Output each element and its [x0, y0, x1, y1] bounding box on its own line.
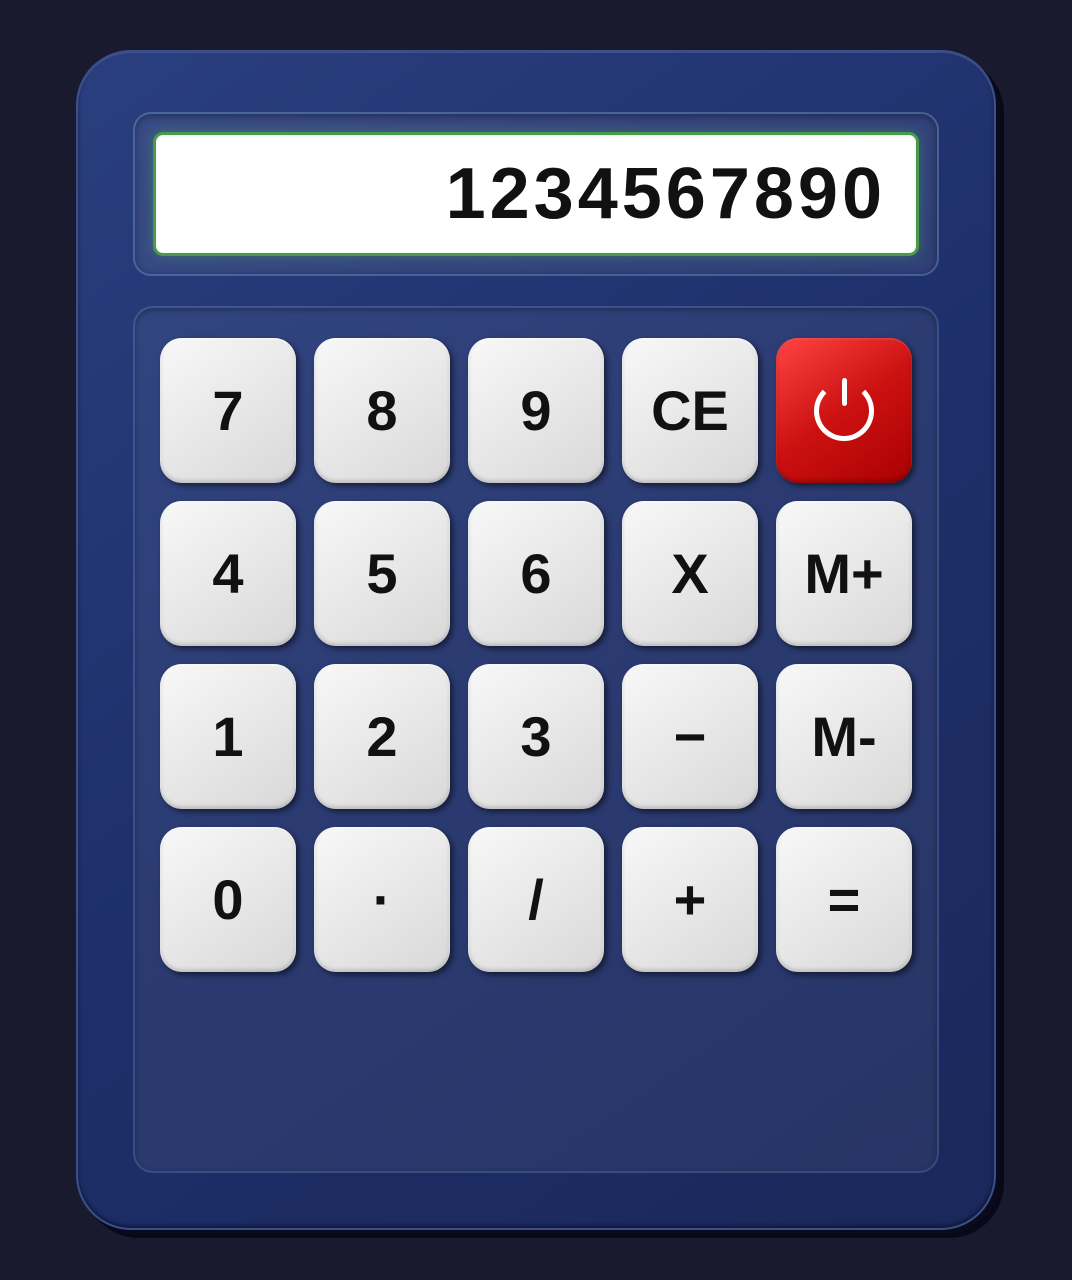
btn-1[interactable]: 1: [160, 664, 296, 809]
btn-mminus[interactable]: M-: [776, 664, 912, 809]
btn-equals[interactable]: =: [776, 827, 912, 972]
btn-plus[interactable]: +: [622, 827, 758, 972]
btn-6[interactable]: 6: [468, 501, 604, 646]
btn-5[interactable]: 5: [314, 501, 450, 646]
button-row-4: 0 · / + =: [160, 827, 912, 972]
btn-mplus[interactable]: M+: [776, 501, 912, 646]
btn-divide[interactable]: /: [468, 827, 604, 972]
btn-3[interactable]: 3: [468, 664, 604, 809]
display-outer: 1234567890: [133, 112, 939, 276]
button-grid: 7 8 9 CE 4 5 6 X M+ 1 2 3 − M- 0 ·: [133, 306, 939, 1173]
calculator: 1234567890 7 8 9 CE 4 5 6 X M+ 1 2 3 −: [76, 50, 996, 1230]
power-icon: [814, 381, 874, 441]
btn-power[interactable]: [776, 338, 912, 483]
btn-ce[interactable]: CE: [622, 338, 758, 483]
display-inner: 1234567890: [153, 132, 919, 256]
button-row-2: 4 5 6 X M+: [160, 501, 912, 646]
btn-7[interactable]: 7: [160, 338, 296, 483]
btn-minus[interactable]: −: [622, 664, 758, 809]
btn-dot[interactable]: ·: [314, 827, 450, 972]
button-row-1: 7 8 9 CE: [160, 338, 912, 483]
button-row-3: 1 2 3 − M-: [160, 664, 912, 809]
btn-9[interactable]: 9: [468, 338, 604, 483]
btn-4[interactable]: 4: [160, 501, 296, 646]
btn-2[interactable]: 2: [314, 664, 450, 809]
display-value: 1234567890: [446, 153, 886, 235]
btn-multiply[interactable]: X: [622, 501, 758, 646]
btn-0[interactable]: 0: [160, 827, 296, 972]
btn-8[interactable]: 8: [314, 338, 450, 483]
